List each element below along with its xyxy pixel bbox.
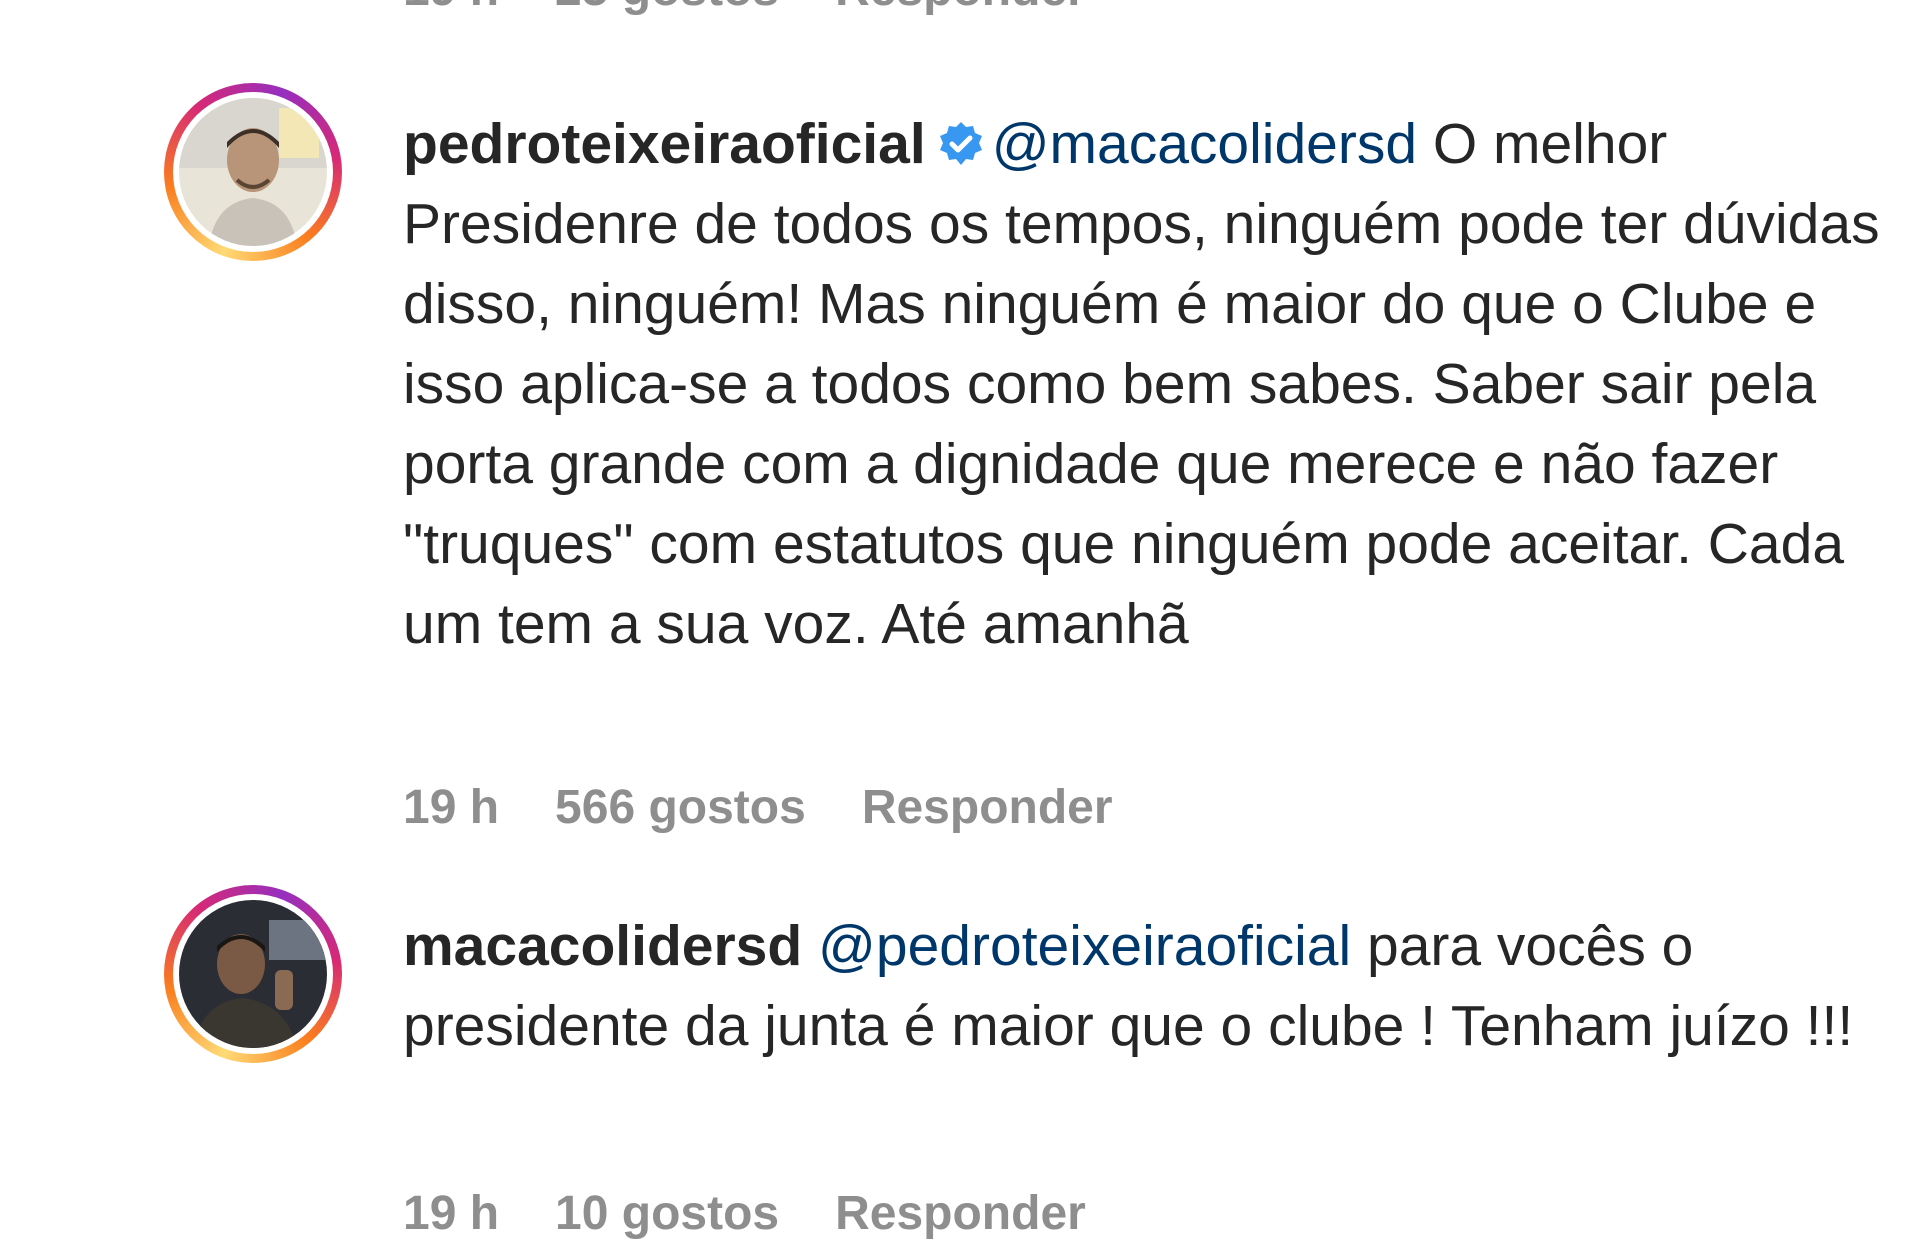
reply-button[interactable]: Responder <box>862 780 1113 835</box>
previous-comment-meta: 19 h 25 gostos Responder <box>403 0 1086 17</box>
mention-link[interactable]: @pedroteixeiraoficial <box>818 914 1351 978</box>
avatar <box>179 900 327 1048</box>
comment-username[interactable]: pedroteixeiraoficial <box>403 112 926 176</box>
comment-likes[interactable]: 25 gostos <box>555 0 779 17</box>
comment-likes[interactable]: 10 gostos <box>555 1186 779 1241</box>
comment-time: 19 h <box>403 1187 500 1240</box>
reply-button[interactable]: Responder <box>835 1186 1086 1241</box>
mention-link[interactable]: @macacolidersd <box>992 112 1417 176</box>
avatar-story-ring[interactable] <box>164 83 342 261</box>
avatar-story-ring[interactable] <box>164 885 342 1063</box>
profile-photo-icon <box>179 900 327 1048</box>
comment-meta: 19 h 566 gostos Responder <box>403 780 1113 835</box>
comment-likes[interactable]: 566 gostos <box>555 780 806 835</box>
avatar <box>179 98 327 246</box>
comment-text: pedroteixeiraoficial @macacolidersd O mel… <box>403 104 1903 664</box>
profile-photo-icon <box>179 98 327 246</box>
comment-text: macacolidersd @pedroteixeiraoficial para… <box>403 906 1903 1066</box>
comment-meta: 19 h 10 gostos Responder <box>403 1186 1086 1241</box>
comment-body: O melhor Presidenre de todos os tempos, … <box>403 112 1880 656</box>
reply-button[interactable]: Responder <box>835 0 1086 17</box>
verified-badge-icon <box>936 110 986 165</box>
comment-time: 19 h <box>403 0 499 17</box>
comment-time: 19 h <box>403 781 500 834</box>
comment-username[interactable]: macacolidersd <box>403 914 802 978</box>
